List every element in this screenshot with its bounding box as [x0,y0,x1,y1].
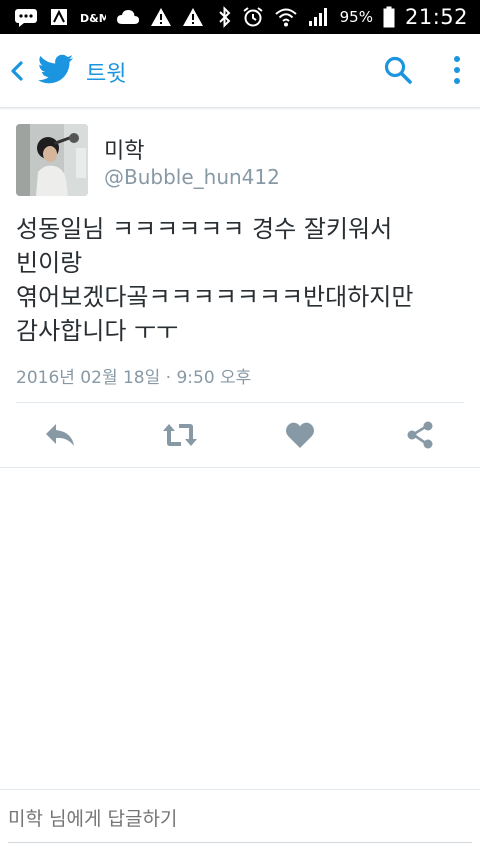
search-icon [384,56,412,84]
tweet-text: 성동일님 ㅋㅋㅋㅋㅋㅋ 경수 잘키워서 빈이랑 엮어보겠다곸ㅋㅋㅋㅋㅋㅋㅋ반대하… [16,215,414,345]
app-logo-icon: D&M [80,8,106,26]
reply-bar [0,789,480,853]
like-button[interactable] [282,418,318,452]
warning-icon [150,7,172,27]
wifi-icon [274,6,298,28]
share-button[interactable] [402,418,438,452]
status-bar: D&M 95% 21:52 [0,0,480,34]
cloud-icon [116,8,140,26]
tweet-timestamp: 2016년 02월 18일 · 9:50 오후 [16,368,252,388]
reply-input[interactable] [8,808,468,830]
overflow-menu-button[interactable] [446,54,468,86]
share-icon [407,421,433,449]
more-vertical-icon [454,56,460,84]
divider [16,402,464,403]
signal-icon [308,7,330,27]
twitter-bird-icon [38,53,74,85]
bluetooth-icon [218,6,232,28]
chevron-left-icon [11,61,23,81]
page-title: 트윗 [86,62,127,87]
warning-icon [182,7,204,27]
like-icon [285,422,315,448]
status-bar-notifications: D&M [0,6,204,28]
battery-percent: 95% [339,8,373,26]
alarm-icon [242,6,264,28]
status-bar-system: 95% 21:52 [218,0,468,34]
retweet-icon [163,424,197,446]
reply-icon [46,424,74,446]
battery-icon [383,6,395,28]
user-handle[interactable]: @Bubble_hun412 [104,165,280,189]
app-bar: 트윗 [0,34,480,108]
search-button[interactable] [382,54,414,86]
back-button[interactable] [6,58,28,84]
divider [0,467,480,468]
avatar[interactable] [16,124,88,196]
reply-input-underline [8,842,472,843]
retweet-button[interactable] [162,418,198,452]
clock: 21:52 [404,5,468,29]
message-icon [14,7,38,27]
vibrate-app-icon [48,6,70,28]
display-name[interactable]: 미학 [104,133,144,165]
reply-button[interactable] [42,418,78,452]
svg-text:D&M: D&M [80,12,106,25]
